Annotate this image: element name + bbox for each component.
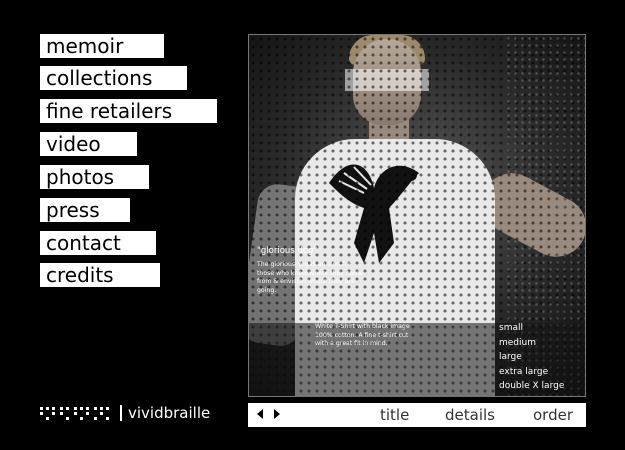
nav-item-fine-retailers[interactable]: fine retailers — [40, 99, 217, 123]
tab-title[interactable]: title — [380, 405, 409, 425]
product-description: The glorious dog is an icon for those wh… — [257, 261, 363, 294]
nav-item-video[interactable]: video — [40, 132, 137, 156]
product-title: "glorious dog" — [257, 246, 318, 256]
nav-item-photos[interactable]: photos — [40, 165, 149, 189]
tab-details[interactable]: details — [445, 405, 495, 425]
size-option-small[interactable]: small — [499, 321, 564, 336]
nav-item-press[interactable]: press — [40, 198, 130, 222]
brand-name: vividbraille — [128, 404, 211, 422]
size-option-large[interactable]: large — [499, 350, 564, 365]
nav-item-contact[interactable]: contact — [40, 231, 156, 255]
size-option-extra-large[interactable]: extra large — [499, 365, 564, 380]
size-list: small medium large extra large double X … — [499, 321, 564, 394]
size-option-medium[interactable]: medium — [499, 336, 564, 351]
nav-item-collections[interactable]: collections — [40, 66, 187, 90]
brand-logo[interactable]: vividbraille — [40, 403, 210, 423]
prev-arrow-icon[interactable] — [257, 409, 263, 419]
brand-divider — [120, 405, 122, 421]
product-nav-bar: title details order — [248, 403, 586, 427]
tab-order[interactable]: order — [533, 405, 573, 425]
next-arrow-icon[interactable] — [274, 409, 280, 419]
size-option-double-x-large[interactable]: double X large — [499, 379, 564, 394]
nav-item-memoir[interactable]: memoir — [40, 34, 164, 58]
product-photo-panel: "glorious dog" The glorious dog is an ic… — [248, 34, 586, 397]
product-details: White T-Shirt with black image 100% cott… — [315, 323, 410, 348]
braille-logo-icon — [40, 405, 114, 421]
nav-item-credits[interactable]: credits — [40, 263, 160, 287]
